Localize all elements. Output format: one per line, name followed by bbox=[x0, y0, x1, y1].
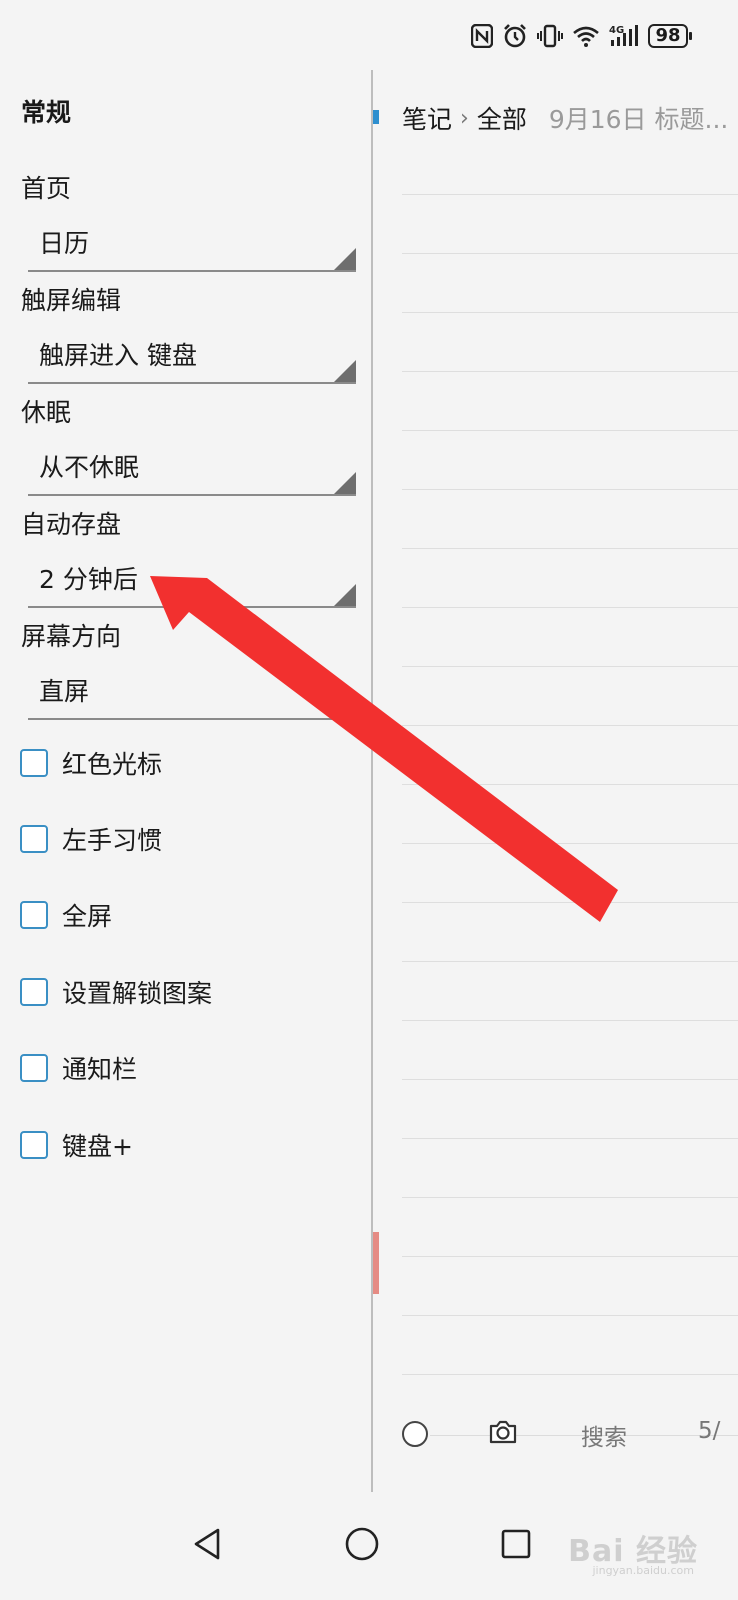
ruled-line bbox=[402, 961, 738, 962]
checkbox-keyboard-plus[interactable]: 键盘+ bbox=[20, 1128, 133, 1162]
checkbox-left-hand[interactable]: 左手习惯 bbox=[20, 822, 162, 856]
breadcrumb-root[interactable]: 笔记 bbox=[402, 100, 452, 136]
ruled-line bbox=[402, 1256, 738, 1257]
ruled-line bbox=[402, 1020, 738, 1021]
vibrate-icon bbox=[537, 24, 563, 48]
checkbox[interactable] bbox=[20, 749, 48, 777]
checkbox[interactable] bbox=[20, 901, 48, 929]
ruled-line bbox=[402, 1315, 738, 1316]
ruled-line bbox=[402, 194, 738, 195]
breadcrumb-current[interactable]: 全部 bbox=[477, 100, 527, 136]
wifi-icon bbox=[573, 26, 599, 47]
checkbox[interactable] bbox=[20, 1054, 48, 1082]
ruled-line bbox=[402, 607, 738, 608]
checkbox-label: 红色光标 bbox=[62, 750, 163, 779]
ruled-line bbox=[402, 1197, 738, 1198]
checkbox-label: 全屏 bbox=[62, 902, 113, 931]
checkbox-notification-bar[interactable]: 通知栏 bbox=[20, 1051, 137, 1085]
checkbox[interactable] bbox=[20, 978, 48, 1006]
checkbox[interactable] bbox=[20, 1131, 48, 1159]
note-meta[interactable]: 9月16日 标题... bbox=[549, 100, 729, 136]
dropdown-arrow-icon bbox=[334, 696, 356, 718]
page-indicator: 5/ bbox=[698, 1418, 721, 1444]
dropdown-arrow-icon bbox=[334, 584, 356, 606]
checkbox-label: 通知栏 bbox=[62, 1055, 138, 1084]
home-spinner[interactable]: 日历 bbox=[28, 210, 356, 272]
autosave-label: 自动存盘 bbox=[21, 510, 122, 539]
navigation-bar: Bai 经验 jingyan.baidu.com bbox=[0, 1500, 738, 1600]
signal-4g-icon: 4G bbox=[609, 25, 638, 46]
home-label: 首页 bbox=[21, 174, 72, 203]
watermark-url: jingyan.baidu.com bbox=[592, 1564, 694, 1577]
checkbox-label: 设置解锁图案 bbox=[62, 979, 213, 1008]
camera-icon[interactable] bbox=[488, 1418, 518, 1446]
search-button[interactable]: 搜索 bbox=[581, 1418, 627, 1452]
orientation-spinner[interactable]: 直屏 bbox=[28, 658, 356, 720]
sleep-spinner-value: 从不休眠 bbox=[39, 453, 140, 482]
sleep-label: 休眠 bbox=[21, 398, 72, 427]
settings-panel: 常规 首页 日历 触屏编辑 触屏进入 键盘 休眠 从不休眠 自动存盘 2 分钟后… bbox=[0, 70, 372, 1500]
breadcrumb: 笔记 › 全部 9月16日 标题... bbox=[402, 100, 728, 136]
ruled-line bbox=[402, 489, 738, 490]
notes-panel[interactable]: 笔记 › 全部 9月16日 标题... 搜索 5/ bbox=[380, 70, 738, 1500]
ruled-line bbox=[402, 725, 738, 726]
scroll-marker-bottom bbox=[373, 1232, 379, 1294]
ruled-line bbox=[402, 253, 738, 254]
status-icons: 4G 98 bbox=[471, 20, 692, 52]
nfc-icon bbox=[471, 24, 493, 48]
ruled-line bbox=[402, 371, 738, 372]
orientation-label: 屏幕方向 bbox=[21, 622, 122, 651]
notes-toolbar: 搜索 5/ bbox=[402, 1416, 738, 1456]
checkbox-fullscreen[interactable]: 全屏 bbox=[20, 898, 112, 932]
autosave-spinner-value: 2 分钟后 bbox=[39, 565, 138, 594]
svg-text:4G: 4G bbox=[609, 25, 624, 36]
orientation-spinner-value: 直屏 bbox=[39, 677, 90, 706]
sleep-spinner[interactable]: 从不休眠 bbox=[28, 434, 356, 496]
ruled-line bbox=[402, 666, 738, 667]
recents-icon[interactable] bbox=[499, 1526, 533, 1562]
checkbox-unlock-pattern[interactable]: 设置解锁图案 bbox=[20, 975, 212, 1009]
ruled-line bbox=[402, 430, 738, 431]
touch-edit-spinner-value: 触屏进入 键盘 bbox=[39, 341, 197, 370]
ruled-line bbox=[402, 902, 738, 903]
checkbox-red-cursor[interactable]: 红色光标 bbox=[20, 746, 162, 780]
home-spinner-value: 日历 bbox=[39, 229, 90, 258]
ruled-line bbox=[402, 1079, 738, 1080]
ruled-line bbox=[402, 312, 738, 313]
touch-edit-label: 触屏编辑 bbox=[21, 286, 122, 315]
battery-icon: 98 bbox=[648, 24, 692, 48]
ruled-line bbox=[402, 548, 738, 549]
dropdown-arrow-icon bbox=[334, 360, 356, 382]
autosave-spinner[interactable]: 2 分钟后 bbox=[28, 546, 356, 608]
ruled-line bbox=[402, 1138, 738, 1139]
touch-edit-spinner[interactable]: 触屏进入 键盘 bbox=[28, 322, 356, 384]
checkbox-label: 左手习惯 bbox=[62, 826, 163, 855]
record-button[interactable] bbox=[402, 1421, 428, 1447]
section-title: 常规 bbox=[21, 98, 72, 127]
dropdown-arrow-icon bbox=[334, 472, 356, 494]
home-icon[interactable] bbox=[344, 1526, 380, 1562]
ruled-line bbox=[402, 784, 738, 785]
ruled-line bbox=[402, 1374, 738, 1375]
back-icon[interactable] bbox=[190, 1526, 224, 1562]
checkbox[interactable] bbox=[20, 825, 48, 853]
dropdown-arrow-icon bbox=[334, 248, 356, 270]
scroll-marker-top bbox=[373, 110, 379, 124]
alarm-icon bbox=[504, 24, 526, 48]
ruled-line bbox=[402, 843, 738, 844]
status-bar: 4G 98 bbox=[0, 0, 738, 70]
chevron-right-icon: › bbox=[460, 105, 469, 131]
checkbox-label: 键盘+ bbox=[62, 1132, 133, 1161]
